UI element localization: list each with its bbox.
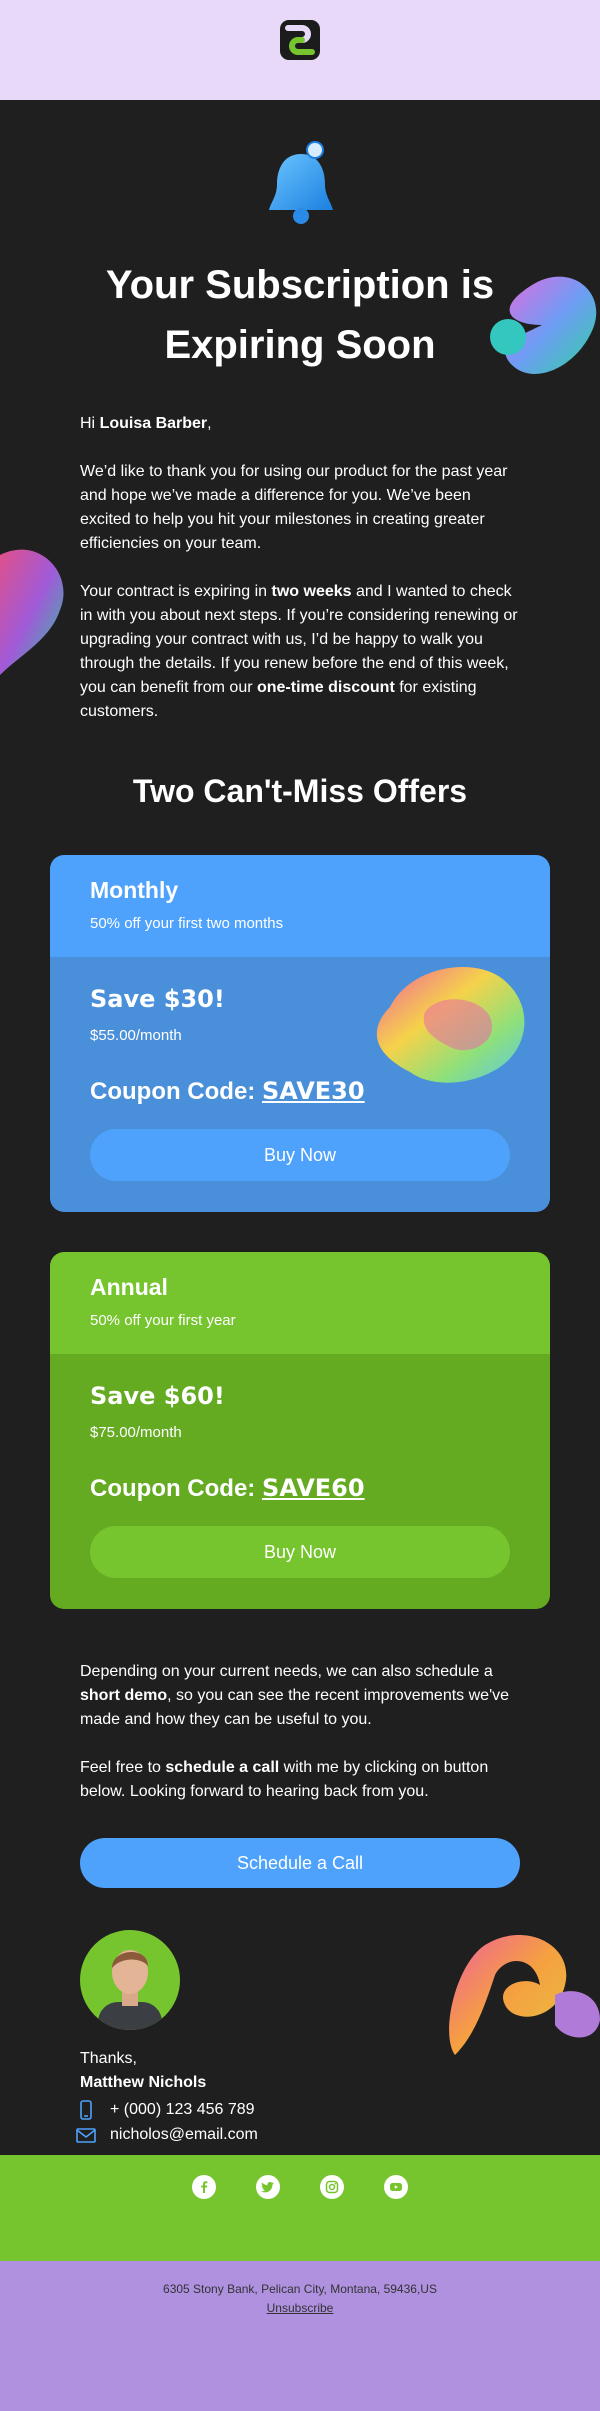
schedule-call-button[interactable]: Schedule a Call (80, 1838, 520, 1888)
youtube-link[interactable] (384, 2175, 408, 2199)
coupon-code-save30[interactable]: SAVE30 (262, 1077, 365, 1105)
email-address: nicholos@email.com (110, 2126, 258, 2143)
facebook-link[interactable] (192, 2175, 216, 2199)
brand-logo-icon[interactable] (278, 18, 322, 62)
twitter-link[interactable] (256, 2175, 280, 2199)
offer-monthly-subtitle: 50% off your first two months (90, 915, 284, 932)
header-band (0, 0, 600, 100)
decorative-blob-monthly (376, 967, 525, 1083)
offer-card-monthly-body: Save $30! $55.00/month Coupon Code: SAVE… (50, 957, 550, 1212)
avatar (80, 1930, 180, 2030)
decorative-blob-left (0, 549, 64, 675)
offer-monthly-name: Monthly (90, 877, 179, 903)
greeting-hi: Hi (80, 415, 100, 432)
offer-card-monthly-header: Monthly 50% off your first two months (50, 855, 550, 957)
call-paragraph: Feel free to schedule a call with me by … (80, 1756, 520, 1804)
greeting-comma: , (207, 415, 212, 432)
coupon-code-save60[interactable]: SAVE60 (262, 1474, 365, 1502)
buy-annual-button[interactable]: Buy Now (90, 1526, 510, 1578)
recipient-name: Louisa Barber (99, 415, 208, 432)
phone-icon (80, 2100, 92, 2120)
contract-text-1: Your contract is expiring in (80, 583, 272, 600)
phone-number: + (000) 123 456 789 (110, 2101, 255, 2118)
demo-text-1: Depending on your current needs, we can … (80, 1663, 493, 1680)
offer-annual-save: Save $60! (90, 1382, 225, 1410)
intro-paragraph: We’d like to thank you for using our pro… (80, 463, 508, 552)
facebook-icon (201, 2181, 208, 2193)
offer-monthly-save: Save $30! (90, 985, 225, 1013)
offers-heading: Two Can't-Miss Offers (132, 773, 468, 809)
demo-emphasis: short demo (80, 1687, 168, 1704)
contract-emphasis-2: one-time discount (256, 679, 395, 696)
greeting: Hi Louisa Barber, (80, 412, 520, 436)
coupon-label: Coupon Code: (90, 1475, 262, 1502)
offer-card-monthly: Monthly 50% off your first two months Sa… (50, 855, 550, 1212)
offer-card-annual-body: Save $60! $75.00/month Coupon Code: SAVE… (50, 1354, 550, 1609)
call-text-1: Feel free to (80, 1759, 166, 1776)
call-emphasis: schedule a call (165, 1759, 280, 1776)
offer-card-annual-header: Annual 50% off your first year (50, 1252, 550, 1354)
offer-monthly-coupon: Coupon Code: SAVE30 (90, 1077, 365, 1106)
page-title: Your Subscription is Expiring Soon (105, 263, 495, 367)
demo-paragraph: Depending on your current needs, we can … (80, 1660, 520, 1732)
twitter-icon (261, 2182, 274, 2193)
contract-emphasis-1: two weeks (271, 583, 352, 600)
offer-annual-name: Annual (90, 1274, 168, 1300)
instagram-link[interactable] (320, 2175, 344, 2199)
offer-card-annual: Annual 50% off your first year Save $60!… (50, 1252, 550, 1609)
contact-email[interactable]: nicholos@email.com (76, 2125, 258, 2145)
contract-paragraph: Your contract is expiring in two weeks a… (80, 580, 520, 724)
mail-icon (76, 2128, 96, 2143)
sender-name: Matthew Nichols (80, 2074, 207, 2091)
unsubscribe-link[interactable]: Unsubscribe (0, 2301, 600, 2315)
offer-monthly-price: $55.00/month (90, 1027, 182, 1044)
main-content: Your Subscription is Expiring Soon Hi Lo… (0, 100, 600, 2155)
bell-icon (269, 141, 333, 224)
company-address: 6305 Stony Bank, Pelican City, Montana, … (163, 2282, 437, 2296)
offer-annual-subtitle: 50% off your first year (90, 1312, 236, 1329)
offer-annual-coupon: Coupon Code: SAVE60 (90, 1474, 365, 1503)
offer-annual-price: $75.00/month (90, 1424, 182, 1441)
youtube-icon (390, 2183, 402, 2191)
signoff-thanks: Thanks, (80, 2050, 137, 2067)
coupon-label: Coupon Code: (90, 1078, 262, 1105)
person-photo-icon (98, 1950, 162, 2030)
decorative-blob-right-bottom (449, 1934, 600, 2055)
instagram-icon (325, 2180, 339, 2194)
contact-phone[interactable]: + (000) 123 456 789 (76, 2100, 255, 2120)
social-band (0, 2155, 600, 2261)
buy-monthly-button[interactable]: Buy Now (90, 1129, 510, 1181)
